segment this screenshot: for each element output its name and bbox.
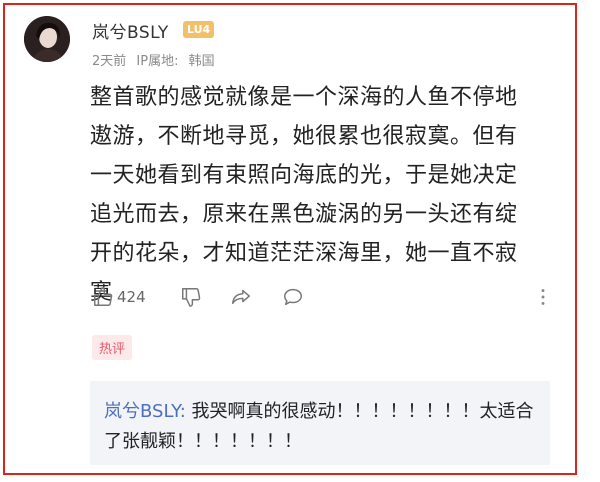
- ip-location: 韩国: [188, 54, 215, 69]
- more-button[interactable]: [532, 286, 554, 308]
- more-vertical-icon: [541, 289, 545, 305]
- comment-time: 2天前: [92, 54, 127, 69]
- hot-comment-tag: 热评: [92, 335, 133, 360]
- thumbs-down-icon: [182, 288, 201, 307]
- comment-actions: 424: [92, 286, 562, 314]
- avatar[interactable]: [24, 16, 70, 62]
- thumbs-up-icon: [94, 287, 113, 306]
- comment-button[interactable]: [282, 286, 304, 308]
- comment-icon: [284, 288, 302, 306]
- comment-meta: 2天前 IP属地: 韩国: [92, 50, 221, 69]
- reply-author[interactable]: 岚兮BSLY:: [104, 401, 186, 422]
- reply-box[interactable]: 岚兮BSLY: 我哭啊真的很感动！！！！！！！！太适合了张靓颖！！！！！！！: [90, 381, 550, 465]
- dislike-button[interactable]: [180, 286, 202, 308]
- reply-content: 岚兮BSLY: 我哭啊真的很感动！！！！！！！！太适合了张靓颖！！！！！！！: [104, 397, 544, 457]
- ip-label: IP属地:: [136, 54, 179, 69]
- like-button[interactable]: 424: [92, 286, 146, 308]
- avatar-image: [24, 16, 70, 62]
- share-button[interactable]: [230, 286, 252, 308]
- level-badge: LU4: [183, 21, 215, 38]
- comment-username[interactable]: 岚兮BSLY: [92, 18, 169, 43]
- comment-text: 整首歌的感觉就像是一个深海的人鱼不停地遨游，不断地寻觅，她很累也很寂寞。但有一天…: [90, 85, 518, 305]
- like-count: 424: [117, 288, 146, 306]
- share-icon: [232, 289, 250, 305]
